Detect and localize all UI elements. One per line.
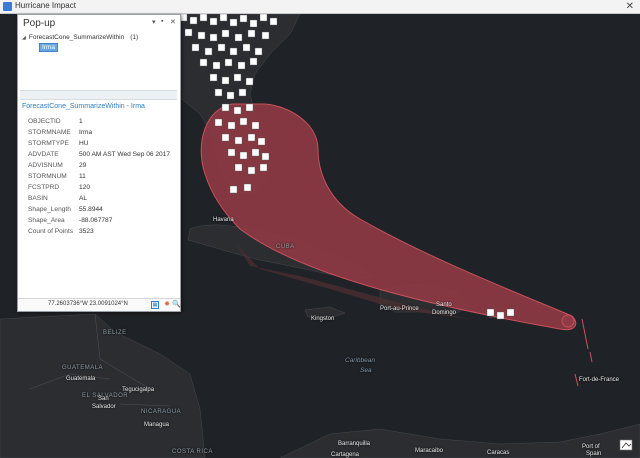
attribute-value: 500 AM AST Wed Sep 06 2017 xyxy=(79,151,171,158)
attribute-key: ADVDATE xyxy=(28,151,59,158)
attribute-row: Shape_Length 55.8944 xyxy=(28,206,178,217)
label-san: San xyxy=(98,396,109,402)
label-spain: Spain xyxy=(586,451,602,457)
attribute-row: OBJECTID 1 xyxy=(28,118,178,129)
tree-layer-count: (1) xyxy=(130,34,139,41)
label-managua: Managua xyxy=(144,422,170,428)
attribute-row: STORMTYPE HU xyxy=(28,140,178,151)
attribute-row: STORMNUM 11 xyxy=(28,173,178,184)
label-domingo: Domingo xyxy=(432,310,457,316)
flash-icon[interactable]: ✸ xyxy=(163,301,171,309)
attribute-key: Shape_Area xyxy=(28,217,65,224)
label-port-au-prince: Port-au-Prince xyxy=(380,306,419,312)
popup-title: Pop-up xyxy=(23,18,56,29)
label-kingston: Kingston xyxy=(311,316,335,322)
label-salvador: Salvador xyxy=(92,404,116,410)
label-cartagena: Cartagena xyxy=(331,452,360,458)
popup-pane[interactable]: Pop-up ▾ ▪ ✕ ◢ ForecastCone_SummarizeWit… xyxy=(17,14,181,312)
attribute-key: OBJECTID xyxy=(28,118,61,125)
attribute-value: 3523 xyxy=(79,228,94,235)
attribute-key: STORMNAME xyxy=(28,129,71,136)
window-title: Hurricane Impact xyxy=(15,1,76,10)
popup-footer: 77.2603736°W 23.0091024°N ▦ ✸ 🔍 xyxy=(18,298,181,311)
attribute-value: HU xyxy=(79,140,89,147)
attribute-value: 11 xyxy=(79,173,86,180)
label-guatemala-city: Guatemala xyxy=(66,376,96,382)
table-icon[interactable]: ▦ xyxy=(151,301,159,309)
label-caribbean: Caribbean xyxy=(345,357,375,364)
attribute-row: STORMNAME Irma xyxy=(28,129,178,140)
attribute-value: 55.8944 xyxy=(79,206,103,213)
popup-header: Pop-up ▾ ▪ ✕ xyxy=(18,15,180,33)
attribute-row: BASIN AL xyxy=(28,195,178,206)
feature-header: ForecastCone_SummarizeWithin - Irma xyxy=(22,103,145,110)
attribute-key: Shape_Length xyxy=(28,206,71,213)
coordinate-readout: 77.2603736°W 23.0091024°N xyxy=(48,301,128,307)
popup-feature-tree: ◢ ForecastCone_SummarizeWithin (1) Irma xyxy=(22,34,138,52)
attribute-value: -88.067787 xyxy=(79,217,113,224)
attribute-value: AL xyxy=(79,195,88,202)
label-costa-rica: COSTA RICA xyxy=(172,449,213,455)
window-titlebar: Hurricane Impact ✕ xyxy=(0,0,640,14)
arcgis-pro-icon xyxy=(3,2,12,11)
attribute-key: BASIN xyxy=(28,195,48,202)
attribute-key: STORMTYPE xyxy=(28,140,69,147)
label-fort-de-france: Fort-de-France xyxy=(579,377,620,383)
popup-close-icon[interactable]: ✕ xyxy=(170,18,176,26)
label-maracaibo: Maracaibo xyxy=(415,448,444,454)
attribute-row: ADVDATE 500 AM AST Wed Sep 06 2017 xyxy=(28,151,178,162)
attribute-key: FCSTPRD xyxy=(28,184,60,191)
tree-layer-name: ForecastCone_SummarizeWithin xyxy=(28,34,125,41)
attribute-key: ADVISNUM xyxy=(28,162,63,169)
pane-splitter[interactable] xyxy=(20,90,177,100)
attribute-value: 120 xyxy=(79,184,91,191)
basemap-toggle-icon[interactable] xyxy=(619,439,633,451)
attribute-value: Irma xyxy=(79,129,93,136)
popup-menu-icon[interactable]: ▾ xyxy=(152,18,156,26)
window-close-icon[interactable]: ✕ xyxy=(626,0,634,13)
label-port-of: Port of xyxy=(582,444,600,450)
label-guatemala-country: GUATEMALA xyxy=(62,365,104,371)
attribute-table: OBJECTID 1 STORMNAME Irma STORMTYPE HU ADVDATE… xyxy=(28,118,178,239)
attribute-row: ADVISNUM 29 xyxy=(28,162,178,173)
storm-center-marker[interactable] xyxy=(561,314,575,328)
label-santo: Santo xyxy=(436,302,452,308)
label-barranquilla: Barranquilla xyxy=(338,441,371,447)
label-caracas: Caracas xyxy=(487,450,510,456)
label-sea: Sea xyxy=(360,367,372,374)
attribute-row: Shape_Area -88.067787 xyxy=(28,217,178,228)
tree-feature-irma[interactable]: Irma xyxy=(39,43,58,52)
attribute-key: STORMNUM xyxy=(28,173,67,180)
attribute-row: FCSTPRD 120 xyxy=(28,184,178,195)
attribute-key: Count of Points xyxy=(28,228,74,235)
label-cuba: CUBA xyxy=(276,244,295,250)
zoom-icon[interactable]: 🔍 xyxy=(172,301,181,309)
attribute-value: 1 xyxy=(79,118,83,125)
expand-caret-icon[interactable]: ◢ xyxy=(22,35,26,41)
label-belize: BELIZE xyxy=(103,330,127,336)
attribute-row: Count of Points 3523 xyxy=(28,228,178,239)
popup-pin-icon[interactable]: ▪ xyxy=(161,18,163,25)
label-nicaragua: NICARAGUA xyxy=(141,409,182,415)
label-havana: Havana xyxy=(213,217,234,223)
tree-layer-node[interactable]: ◢ ForecastCone_SummarizeWithin (1) xyxy=(22,34,138,41)
attribute-value: 29 xyxy=(79,162,87,169)
